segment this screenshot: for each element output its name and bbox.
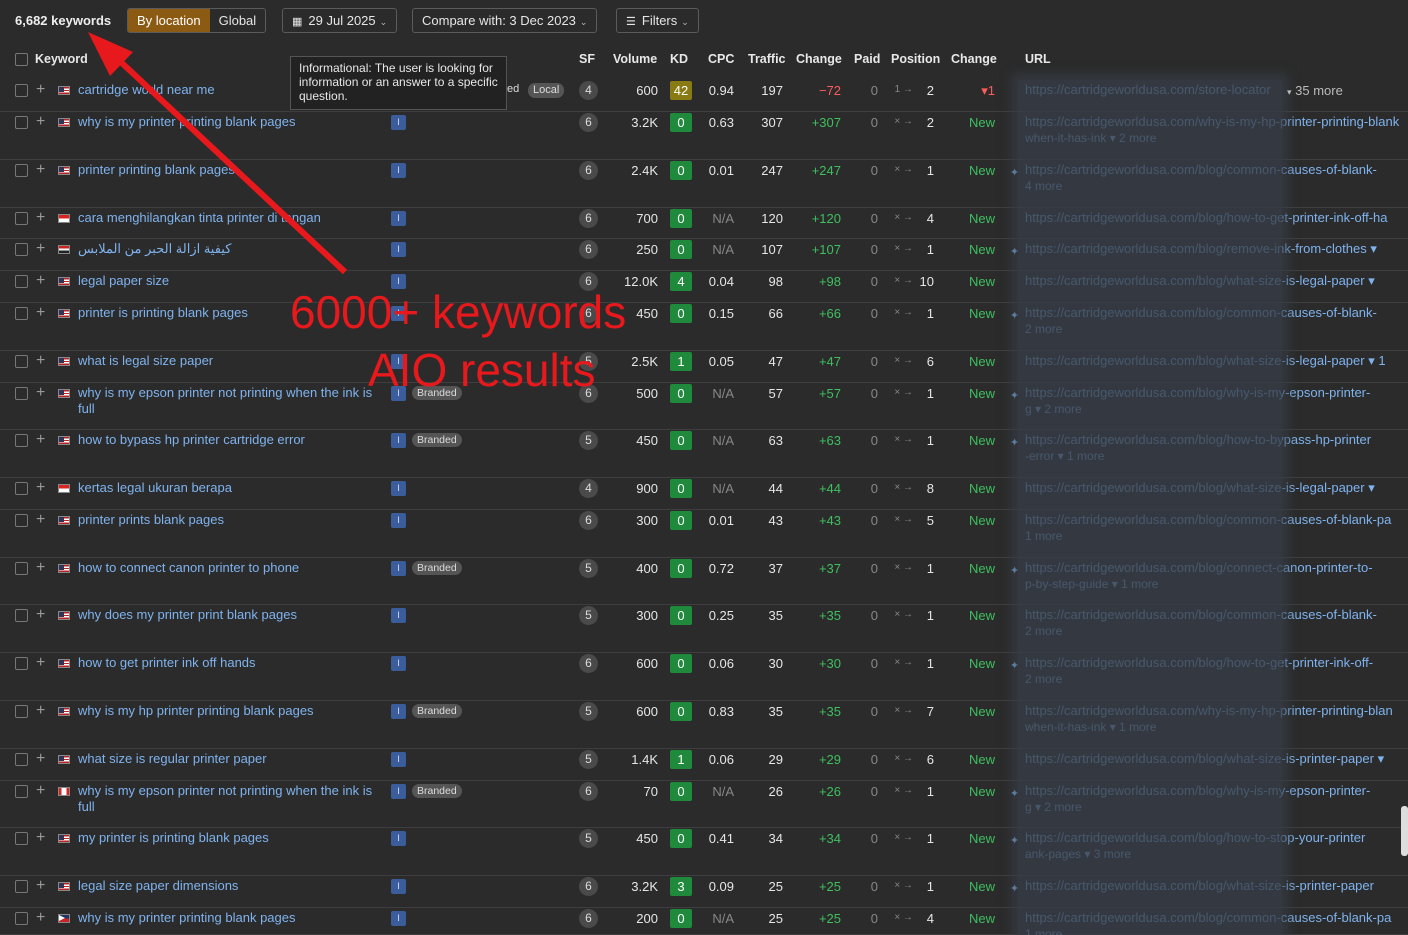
scrollbar-thumb[interactable] xyxy=(1401,806,1408,856)
app-root: 6,682 keywords By location Global ▦ 29 Ju… xyxy=(0,0,1408,935)
annotation-arrow xyxy=(88,32,348,275)
annotation-text-keywords: 6000+ keywords xyxy=(290,286,627,338)
arrow-shaft xyxy=(105,47,348,275)
annotation-text-aio: AIO results xyxy=(368,344,596,396)
